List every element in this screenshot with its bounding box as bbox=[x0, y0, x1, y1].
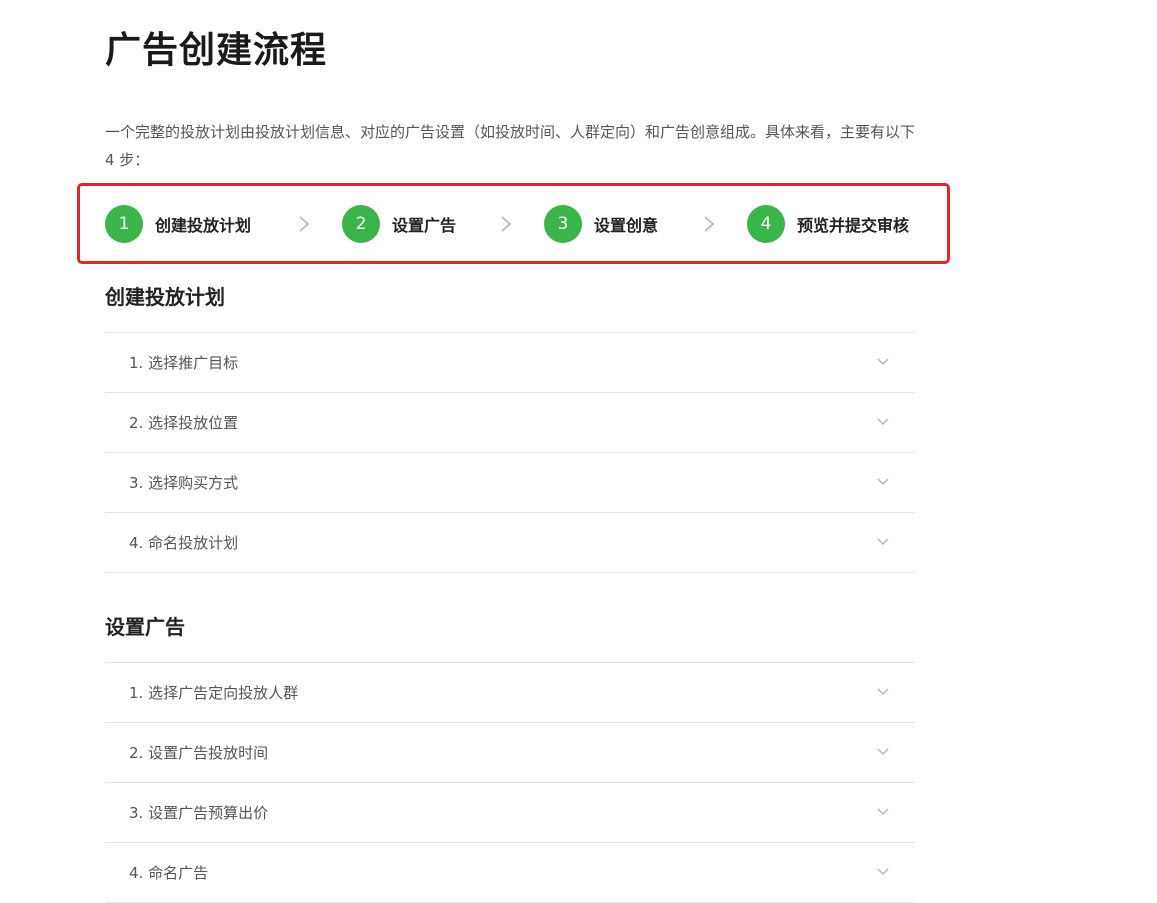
step-number: 1 bbox=[105, 205, 143, 243]
chevron-down-icon bbox=[877, 538, 889, 546]
step-label: 设置广告 bbox=[392, 216, 457, 235]
step-number: 2 bbox=[342, 205, 380, 243]
accordion-item-label: 4. 命名广告 bbox=[129, 864, 209, 882]
accordion-item[interactable]: 2. 选择投放位置 bbox=[105, 393, 915, 453]
chevron-down-icon bbox=[877, 688, 889, 696]
chevron-right-icon bbox=[299, 216, 310, 232]
chevron-down-icon bbox=[877, 418, 889, 426]
accordion-item-label: 1. 选择推广目标 bbox=[129, 354, 239, 372]
accordion-item-label: 2. 设置广告投放时间 bbox=[129, 744, 269, 762]
chevron-right-icon bbox=[704, 216, 715, 232]
section-title-set-ad: 设置广告 bbox=[105, 615, 185, 639]
accordion-item-label: 1. 选择广告定向投放人群 bbox=[129, 684, 299, 702]
step-label: 设置创意 bbox=[594, 216, 659, 235]
section-title-create-plan: 创建投放计划 bbox=[105, 285, 225, 309]
chevron-down-icon bbox=[877, 868, 889, 876]
accordion-item-label: 2. 选择投放位置 bbox=[129, 414, 239, 432]
accordion-item-label: 4. 命名投放计划 bbox=[129, 534, 239, 552]
step-label: 预览并提交审核 bbox=[797, 216, 910, 235]
step-3[interactable]: 3 设置创意 bbox=[544, 205, 658, 243]
accordion-item-label: 3. 设置广告预算出价 bbox=[129, 804, 269, 822]
chevron-down-icon bbox=[877, 478, 889, 486]
chevron-down-icon bbox=[877, 358, 889, 366]
step-2[interactable]: 2 设置广告 bbox=[342, 205, 456, 243]
step-number: 3 bbox=[544, 205, 582, 243]
page-title: 广告创建流程 bbox=[105, 30, 328, 71]
step-number: 4 bbox=[747, 205, 785, 243]
step-4[interactable]: 4 预览并提交审核 bbox=[747, 205, 909, 243]
accordion-item[interactable]: 1. 选择推广目标 bbox=[105, 333, 915, 393]
accordion-item[interactable]: 1. 选择广告定向投放人群 bbox=[105, 663, 915, 723]
accordion-set-ad: 1. 选择广告定向投放人群 2. 设置广告投放时间 3. 设置广告预算出价 4.… bbox=[105, 662, 915, 903]
step-1[interactable]: 1 创建投放计划 bbox=[105, 205, 251, 243]
accordion-item[interactable]: 3. 选择购买方式 bbox=[105, 453, 915, 513]
intro-paragraph: 一个完整的投放计划由投放计划信息、对应的广告设置（如投放时间、人群定向）和广告创… bbox=[105, 123, 916, 169]
chevron-down-icon bbox=[877, 808, 889, 816]
accordion-item[interactable]: 2. 设置广告投放时间 bbox=[105, 723, 915, 783]
accordion-create-plan: 1. 选择推广目标 2. 选择投放位置 3. 选择购买方式 4. 命名投放计划 bbox=[105, 332, 915, 573]
chevron-right-icon bbox=[501, 216, 512, 232]
accordion-item[interactable]: 4. 命名广告 bbox=[105, 843, 915, 903]
accordion-item[interactable]: 3. 设置广告预算出价 bbox=[105, 783, 915, 843]
accordion-item[interactable]: 4. 命名投放计划 bbox=[105, 513, 915, 573]
chevron-down-icon bbox=[877, 748, 889, 756]
step-label: 创建投放计划 bbox=[155, 216, 252, 235]
steps-bar: 1 创建投放计划 2 设置广告 3 设置创意 4 预览并提交审核 bbox=[77, 183, 950, 264]
accordion-item-label: 3. 选择购买方式 bbox=[129, 474, 239, 492]
